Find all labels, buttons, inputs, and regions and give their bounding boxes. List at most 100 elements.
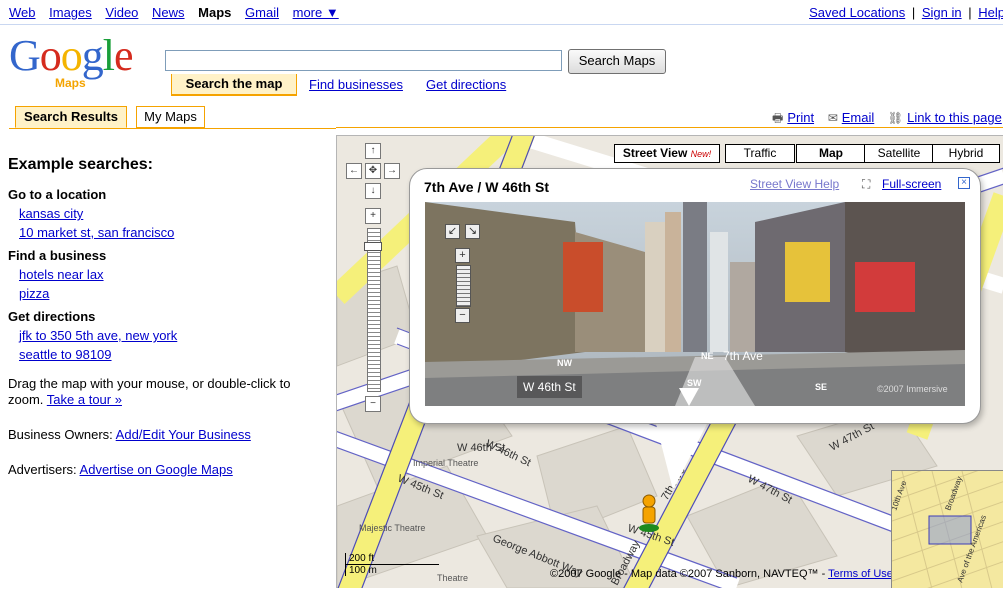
terms-of-use-link[interactable]: Terms of Use — [828, 568, 893, 580]
group-title: Get directions — [8, 309, 96, 324]
example-link[interactable]: pizza — [19, 284, 328, 303]
poi-label: Theatre — [437, 573, 468, 583]
example-link[interactable]: seattle to 98109 — [19, 345, 328, 364]
street-label-7th-ave: 7th Ave — [723, 349, 763, 363]
nav-web[interactable]: Web — [9, 5, 36, 20]
copyright-text: ©2007 Google - Map data ©2007 Sanborn, N… — [550, 568, 826, 580]
scale-ft: 200 ft — [345, 553, 439, 565]
bubble-title: 7th Ave / W 46th St — [424, 179, 549, 195]
map-scale: 200 ft 100 m — [345, 553, 439, 576]
example-link[interactable]: hotels near lax — [19, 265, 328, 284]
direction-sw: SW — [687, 378, 702, 388]
account-links: Saved Locations | Sign in | Help — [809, 5, 1003, 20]
poi-label: Imperial Theatre — [413, 458, 478, 468]
nav-news[interactable]: News — [152, 5, 185, 20]
street-label-w46: W 46th St — [517, 376, 582, 398]
nav-gmail[interactable]: Gmail — [245, 5, 279, 20]
group-title: Go to a location — [8, 187, 107, 202]
map-copyright: ©2007 Google - Map data ©2007 Sanborn, N… — [550, 568, 893, 580]
logo-maps-label: Maps — [55, 76, 86, 90]
nav-maps-current: Maps — [198, 5, 232, 20]
zoom-out-icon[interactable]: − — [365, 396, 381, 412]
street-view-panorama[interactable]: ↙ ↘ + − W 46th St 7th Ave NE NW SW SE ©2… — [425, 202, 965, 406]
envelope-icon: ✉ — [827, 111, 838, 125]
close-icon[interactable]: × — [958, 177, 970, 189]
sv-zoom-out-icon[interactable]: − — [455, 308, 470, 323]
navigation-arrow-icon[interactable] — [679, 388, 699, 406]
pan-down-icon[interactable]: ↓ — [365, 183, 381, 199]
link-to-page-link[interactable]: Link to this page — [907, 110, 1002, 125]
pan-right-icon[interactable]: → — [384, 163, 400, 179]
tab-search-results[interactable]: Search Results — [15, 106, 127, 128]
street-view-label: Street View — [622, 146, 688, 160]
map-type-button[interactable]: Map — [796, 144, 866, 163]
direction-nw: NW — [557, 358, 572, 368]
poi-label: Majestic Theatre — [359, 523, 425, 533]
google-maps-logo[interactable]: Google Maps — [9, 31, 157, 91]
business-owners-line: Business Owners: Add/Edit Your Business — [8, 427, 328, 443]
pan-center-icon[interactable]: ✥ — [365, 163, 381, 179]
add-edit-business-link[interactable]: Add/Edit Your Business — [116, 427, 251, 442]
zoom-slider-handle[interactable] — [364, 242, 382, 251]
hybrid-button[interactable]: Hybrid — [932, 144, 1000, 163]
overview-map-tiles: 10th Ave Broadway Ave of the Americas — [892, 471, 1003, 588]
direction-se: SE — [815, 382, 828, 392]
pan-left-icon[interactable]: ← — [346, 163, 362, 179]
map-actions: 🖶 Print ✉ Email ⛓ Link to this page — [772, 109, 1002, 130]
print-link[interactable]: Print — [787, 110, 814, 125]
example-link[interactable]: 10 market st, san francisco — [19, 223, 328, 242]
rotate-left-icon[interactable]: ↙ — [445, 224, 460, 239]
example-link[interactable]: jfk to 350 5th ave, new york — [19, 326, 328, 345]
sv-zoom-slider[interactable] — [456, 265, 471, 307]
fullscreen-icon: ⛶ — [862, 177, 871, 191]
zoom-in-icon[interactable]: + — [365, 208, 381, 224]
street-view-bubble: 7th Ave / W 46th St Street View Help ⛶ F… — [409, 168, 981, 424]
nav-video[interactable]: Video — [105, 5, 138, 20]
new-badge: New! — [690, 149, 712, 159]
saved-locations-link[interactable]: Saved Locations — [809, 5, 905, 20]
direction-ne: NE — [701, 351, 714, 361]
photo-credit: ©2007 Immersive — [877, 384, 948, 394]
owners-label: Business Owners: — [8, 427, 113, 442]
help-link[interactable]: Help — [978, 5, 1003, 20]
email-link[interactable]: Email — [842, 110, 875, 125]
tab-find-businesses[interactable]: Find businesses — [309, 77, 403, 92]
tab-my-maps[interactable]: My Maps — [136, 106, 205, 128]
zoom-slider[interactable] — [367, 228, 381, 392]
advertisers-label: Advertisers: — [8, 462, 77, 477]
satellite-button[interactable]: Satellite — [864, 144, 934, 163]
pan-up-icon[interactable]: ↑ — [365, 143, 381, 159]
search-mode-tabs: Search the map Find businesses Get direc… — [165, 74, 545, 96]
street-view-button[interactable]: Street View New! — [614, 144, 720, 163]
fullscreen-link[interactable]: Full-screen — [882, 177, 941, 191]
sign-in-link[interactable]: Sign in — [922, 5, 962, 20]
sidebar: Example searches: Go to a location kansa… — [8, 156, 328, 478]
panorama-image — [425, 202, 965, 406]
nav-more[interactable]: more ▼ — [293, 5, 339, 20]
nav-images[interactable]: Images — [49, 5, 92, 20]
example-link[interactable]: kansas city — [19, 204, 328, 223]
drag-hint: Drag the map with your mouse, or double-… — [8, 376, 328, 408]
advertise-link[interactable]: Advertise on Google Maps — [80, 462, 233, 477]
take-tour-link[interactable]: Take a tour » — [47, 392, 122, 407]
separator: | — [911, 5, 916, 20]
tab-get-directions[interactable]: Get directions — [426, 77, 506, 92]
printer-icon: 🖶 — [772, 111, 784, 125]
traffic-button[interactable]: Traffic — [725, 144, 795, 163]
logo-wordmark: Google — [9, 31, 134, 80]
sidebar-heading: Example searches: — [8, 156, 153, 173]
tab-search-the-map[interactable]: Search the map — [171, 74, 297, 96]
results-tabs: Search Results My Maps — [9, 106, 336, 129]
map-search-input[interactable] — [165, 50, 562, 71]
chain-link-icon: ⛓ — [887, 111, 904, 125]
sv-zoom-in-icon[interactable]: + — [455, 248, 470, 263]
advertisers-line: Advertisers: Advertise on Google Maps — [8, 462, 328, 478]
search-maps-button[interactable]: Search Maps — [568, 49, 666, 74]
bubble-tail — [655, 420, 709, 490]
separator: | — [968, 5, 972, 20]
street-view-help-link[interactable]: Street View Help — [750, 177, 839, 191]
service-nav: Web Images Video News Maps Gmail more ▼ — [9, 5, 349, 20]
overview-map[interactable]: 10th Ave Broadway Ave of the Americas — [891, 470, 1003, 588]
rotate-right-icon[interactable]: ↘ — [465, 224, 480, 239]
group-title: Find a business — [8, 248, 107, 263]
